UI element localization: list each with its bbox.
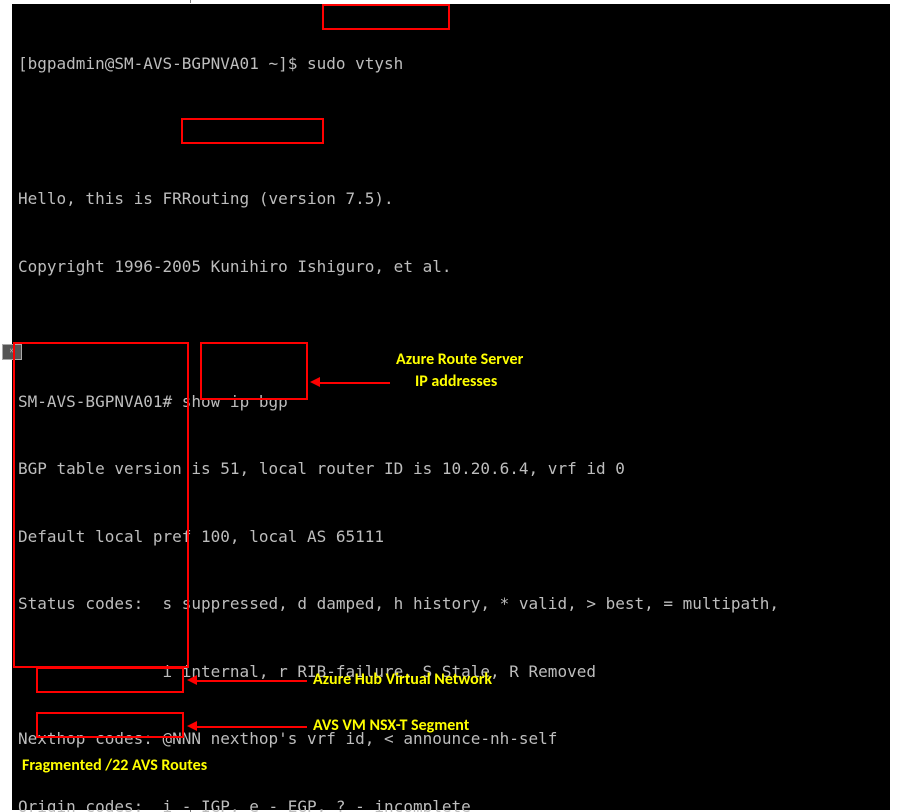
annotation-avs-segment: AVS VM NSX-T Segment [313,716,469,736]
blank-line [18,121,884,144]
highlight-sudo-vtysh [322,4,450,30]
frr-copyright: Copyright 1996-2005 Kunihiro Ishiguro, e… [18,256,884,279]
arrow-to-avs-segment [197,726,307,728]
command-sudo-vtysh: sudo vtysh [307,54,403,73]
arrow-to-nexthop [320,382,390,384]
arrow-head-icon [187,675,197,685]
annotation-hub-vnet: Azure Hub Virtual Network [313,670,492,690]
bgp-origin-codes: Origin codes: i - IGP, e - EGP, ? - inco… [18,796,884,812]
annotation-azure-route-server-1: Azure Route Server [396,350,523,370]
arrow-head-icon [187,721,197,731]
annotation-azure-route-server-2: IP addresses [415,372,497,392]
frr-hello: Hello, this is FRRouting (version 7.5). [18,188,884,211]
screenshot-root: [bgpadmin@SM-AVS-BGPNVA01 ~]$ sudo vtysh… [0,0,903,812]
highlight-network-column [13,342,189,668]
highlight-hub-vnet-route [36,667,184,693]
annotation-fragmented-routes: Fragmented /22 AVS Routes [22,756,207,776]
highlight-avs-segment-route [36,712,184,738]
shell-prompt: [bgpadmin@SM-AVS-BGPNVA01 ~]$ [18,54,307,73]
highlight-show-ip-bgp [181,118,324,144]
highlight-nexthop-ips [200,342,308,400]
arrow-to-hub-vnet [197,680,307,682]
arrow-head-icon [310,377,320,387]
